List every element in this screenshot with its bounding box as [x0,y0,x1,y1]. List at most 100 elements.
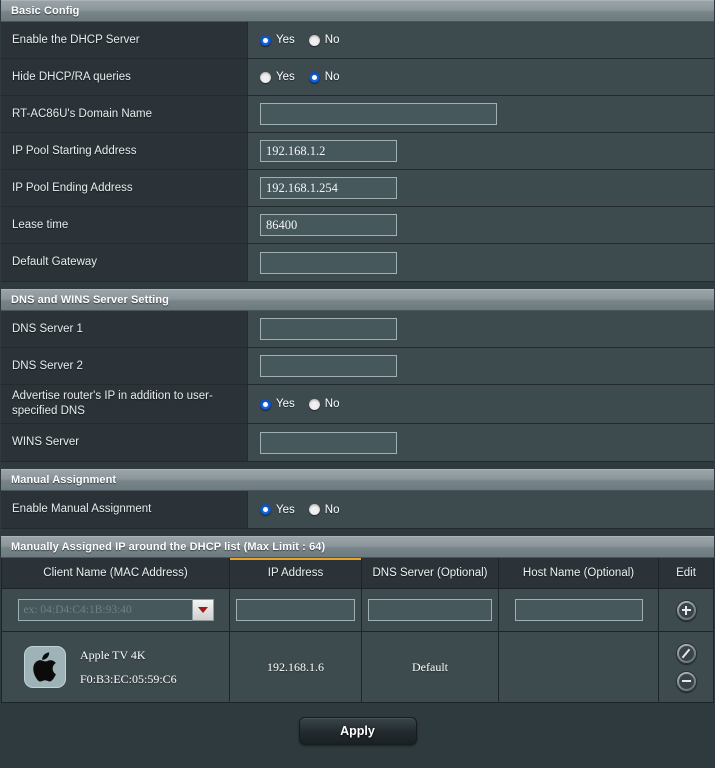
label-cell: Enable Manual Assignment [1,491,248,528]
cell-new-ip [230,589,362,631]
radio-advertise-yes[interactable]: Yes [260,398,295,410]
row-enable-dhcp-server: Enable the DHCP Server Yes No [1,22,714,59]
cell-new-dns [362,589,499,631]
mac-address-input[interactable] [17,599,192,621]
row-wins-server: WINS Server [1,424,714,461]
radio-manual-assignment-yes[interactable]: Yes [260,504,295,516]
domain-name-input[interactable] [260,103,497,125]
new-ip-address-input[interactable] [236,599,355,621]
label-lease-time: Lease time [12,218,69,231]
radio-dot-selected-icon [260,398,271,410]
row-domain-name: RT-AC86U's Domain Name [1,96,714,133]
entry-ip-address: 192.168.1.6 [267,659,324,674]
label-cell: Enable the DHCP Server [1,22,248,58]
radio-label-no: No [324,503,340,516]
section-gap [0,462,715,469]
plus-icon [678,602,694,618]
add-entry-button[interactable] [675,599,697,621]
row-advertise-router-ip: Advertise router's IP in addition to use… [1,385,714,424]
column-header-edit: Edit [676,567,696,579]
value-cell: Yes No [248,491,714,528]
label-cell: IP Pool Starting Address [1,133,248,169]
basic-config-rows: Enable the DHCP Server Yes No Hide DHCP/… [1,22,714,282]
default-gateway-input[interactable] [260,251,397,274]
lease-time-input[interactable] [260,214,397,236]
radio-group-advertise: Yes No [260,398,339,410]
manual-assignment-rows: Enable Manual Assignment Yes No [1,491,714,529]
device-mac-address: F0:B3:EC:05:59:C6 [80,671,177,686]
radio-hide-queries-no[interactable]: No [308,71,339,83]
row-lease-time: Lease time [1,207,714,244]
row-dns-server-1: DNS Server 1 [1,311,714,348]
ip-pool-end-input[interactable] [260,177,397,199]
value-cell [248,170,714,206]
device-info: Apple TV 4K F0:B3:EC:05:59:C6 [8,646,223,688]
cell-edit-actions [659,632,713,702]
radio-hide-queries-yes[interactable]: Yes [260,71,295,83]
radio-label-yes: Yes [276,398,295,410]
radio-advertise-no[interactable]: No [308,398,339,410]
ip-pool-start-input[interactable] [260,140,397,162]
dhcp-settings-page: Basic Config Enable the DHCP Server Yes … [0,0,715,768]
mac-address-combo [17,599,214,621]
edit-entry-button[interactable] [675,642,697,664]
mac-dropdown-toggle[interactable] [191,599,214,621]
label-cell: Lease time [1,207,248,243]
cell-ip-address: 192.168.1.6 [230,632,362,702]
label-enable-manual-assignment: Enable Manual Assignment [12,503,152,515]
delete-entry-button[interactable] [675,670,697,692]
section-title-dns-wins: DNS and WINS Server Setting [11,294,169,306]
cell-new-host [499,589,659,631]
radio-dot-icon [260,71,271,83]
cell-new-edit [659,589,713,631]
device-text: Apple TV 4K F0:B3:EC:05:59:C6 [80,648,177,687]
label-dns-server-2: DNS Server 2 [12,359,83,372]
pencil-icon [678,645,694,661]
radio-dot-selected-icon [308,71,320,83]
section-gap [0,529,715,536]
table-row: Apple TV 4K F0:B3:EC:05:59:C6 192.168.1.… [2,631,713,702]
label-default-gateway: Default Gateway [12,256,98,268]
label-cell: Advertise router's IP in addition to use… [1,385,248,423]
label-cell: DNS Server 1 [1,311,248,347]
radio-group-enable-dhcp-server: Yes No [260,34,339,46]
radio-dot-selected-icon [260,34,271,46]
radio-enable-dhcp-yes[interactable]: Yes [260,34,295,46]
table-header-row: Client Name (MAC Address) IP Address DNS… [2,558,713,588]
value-cell [248,244,714,281]
row-ip-pool-start: IP Pool Starting Address [1,133,714,170]
section-title-basic-config: Basic Config [11,5,80,17]
section-header-basic-config: Basic Config [1,0,714,22]
label-cell: DNS Server 2 [1,348,248,384]
dns-server-1-input[interactable] [260,318,397,340]
new-host-name-input[interactable] [514,599,643,621]
value-cell: Yes No [248,385,714,423]
radio-dot-icon [308,398,320,410]
section-header-dns-wins: DNS and WINS Server Setting [1,289,714,311]
chevron-down-icon [197,607,208,613]
value-cell [248,96,714,132]
value-cell [248,133,714,169]
radio-enable-dhcp-no[interactable]: No [308,34,339,46]
edit-actions [675,642,697,692]
wins-server-input[interactable] [260,431,397,454]
apple-logo-icon [24,646,66,688]
apply-button[interactable]: Apply [298,717,417,745]
cell-client-name: Apple TV 4K F0:B3:EC:05:59:C6 [2,632,230,702]
device-name: Apple TV 4K [80,647,146,662]
value-cell [248,424,714,461]
dns-server-2-input[interactable] [260,355,397,377]
label-enable-dhcp-server: Enable the DHCP Server [12,33,140,46]
entry-dns-server: Default [412,659,448,674]
table-row-new-entry [2,588,713,631]
column-header-dns-server: DNS Server (Optional) [362,558,499,588]
label-wins-server: WINS Server [12,436,80,448]
value-cell [248,311,714,347]
label-ip-pool-end: IP Pool Ending Address [12,181,133,194]
new-dns-server-input[interactable] [368,599,492,621]
radio-manual-assignment-no[interactable]: No [308,503,340,516]
section-title-manual-assignment: Manual Assignment [11,474,117,486]
label-cell: RT-AC86U's Domain Name [1,96,248,132]
assigned-ip-table: Client Name (MAC Address) IP Address DNS… [1,558,714,703]
cell-new-client-mac [2,589,230,631]
